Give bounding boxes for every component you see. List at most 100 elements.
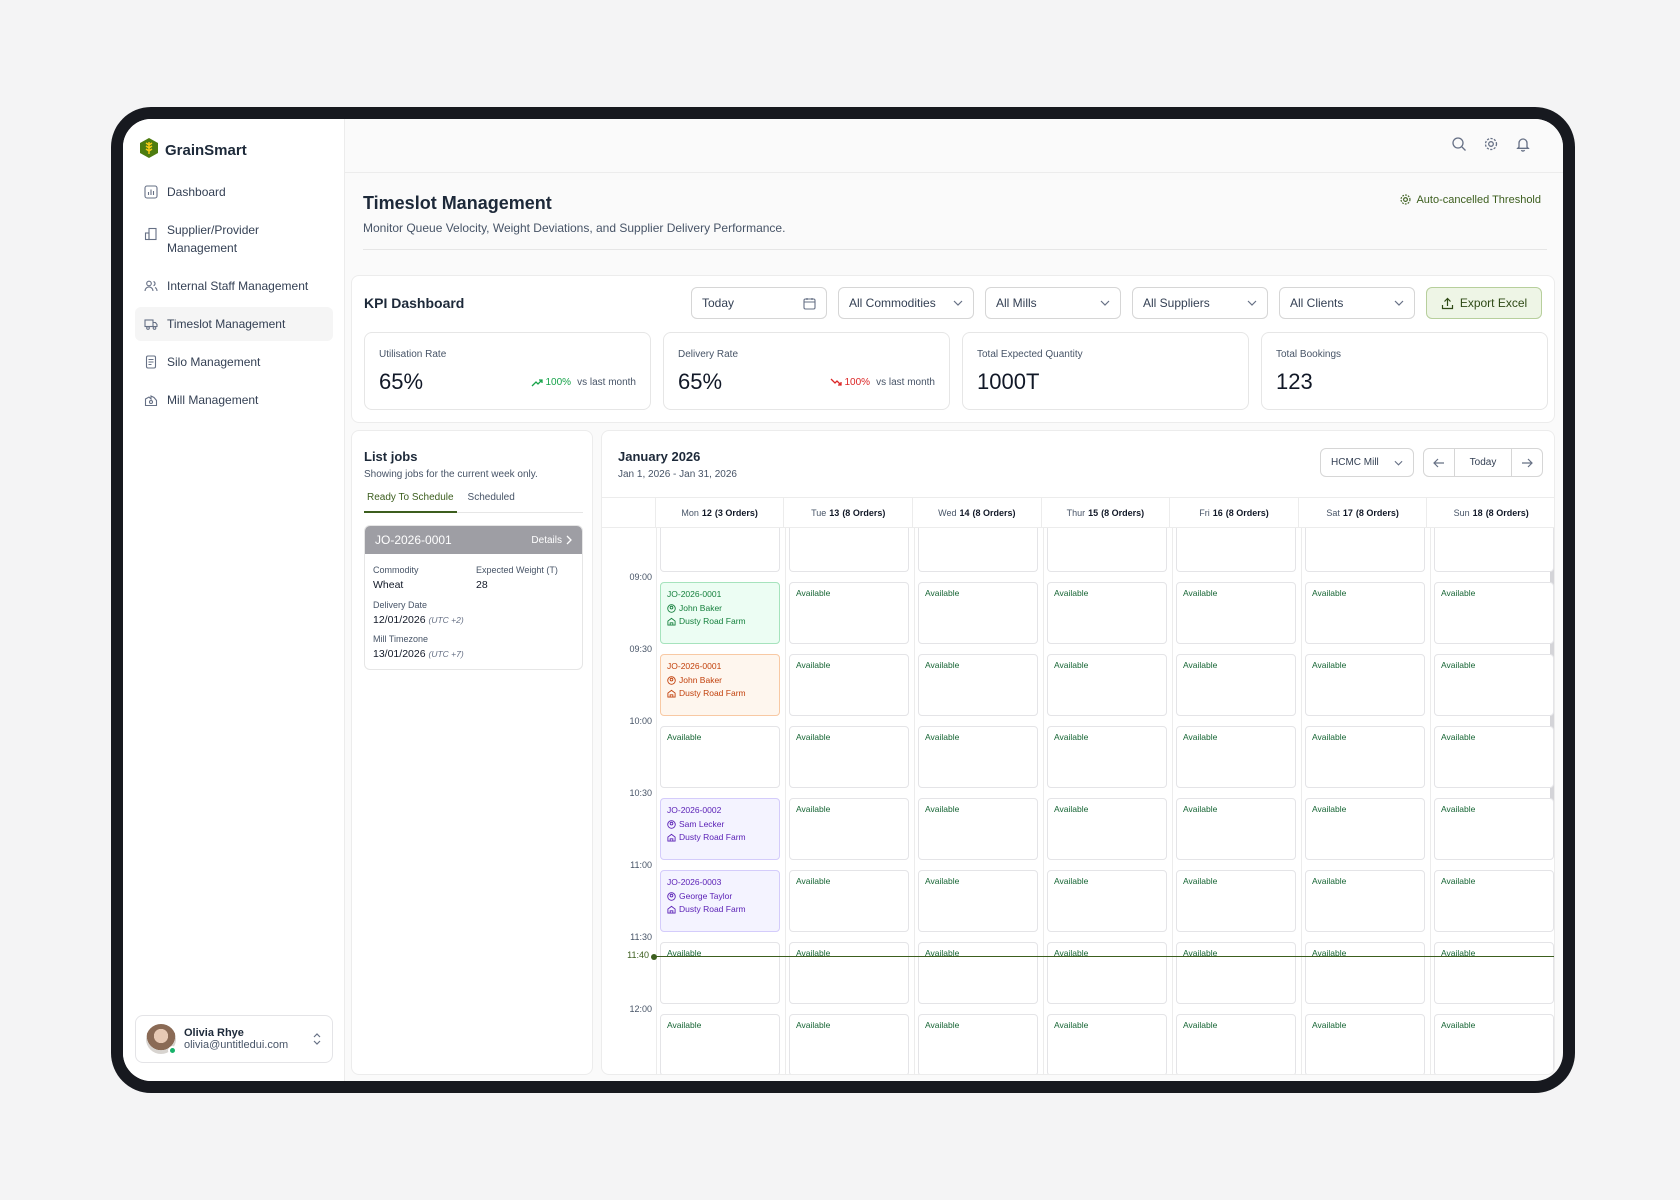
timeslot-cell[interactable] [1305,528,1425,572]
gear-icon[interactable] [1483,136,1499,152]
booking-event[interactable]: JO-2026-0002 Sam Lecker Dusty Road Farm [660,798,780,860]
clients-filter[interactable]: All Clients [1279,287,1415,319]
timeslot-cell[interactable]: Available [1305,798,1425,860]
sidebar-item-silo[interactable]: Silo Management [135,345,333,379]
timeslot-cell[interactable]: Available [1176,1014,1296,1074]
timeslot-cell[interactable]: Available [918,726,1038,788]
timeslot-cell[interactable]: Available [918,798,1038,860]
available-label: Available [1312,876,1347,886]
sidebar-item-staff[interactable]: Internal Staff Management [135,269,333,303]
mill-select[interactable]: HCMC Mill [1320,448,1414,477]
timeslot-cell[interactable]: Available [789,582,909,644]
timeslot-cell[interactable]: Available [1176,870,1296,932]
timeslot-cell[interactable]: Available [789,726,909,788]
timeslot-cell[interactable]: Available [1047,1014,1167,1074]
timeslot-cell[interactable]: Available [789,1014,909,1074]
time-label: 09:30 [629,644,652,654]
timeslot-cell[interactable]: Available [918,582,1038,644]
timeslot-cell[interactable] [660,528,780,572]
timeslot-cell[interactable]: Available [1305,942,1425,1004]
sidebar-item-dashboard[interactable]: Dashboard [135,175,333,209]
timeslot-cell[interactable]: Available [1176,582,1296,644]
grid-column-line [1430,528,1431,1074]
timeslot-cell[interactable]: Available [660,726,780,788]
search-icon[interactable] [1451,136,1467,152]
page-subtitle: Monitor Queue Velocity, Weight Deviation… [363,221,786,235]
today-button[interactable]: Today [1454,449,1512,476]
timeslot-cell[interactable]: Available [789,654,909,716]
timeslot-cell[interactable] [789,528,909,572]
timeslot-cell[interactable]: Available [1434,870,1554,932]
day-orders: (8 Orders) [972,507,1016,518]
timeslot-cell[interactable]: Available [1305,582,1425,644]
timeslot-cell[interactable]: Available [1434,654,1554,716]
commodities-filter[interactable]: All Commodities [838,287,974,319]
booking-event[interactable]: JO-2026-0003 George Taylor Dusty Road Farm [660,870,780,932]
logo[interactable]: GrainSmart [139,137,247,164]
timeslot-cell[interactable]: Available [1176,726,1296,788]
timeslot-cell[interactable]: Available [1434,942,1554,1004]
timeslot-cell[interactable] [1434,528,1554,572]
stat-total-bookings: Total Bookings 123 [1261,332,1548,410]
day-name: Sun [1453,507,1470,518]
timeslot-cell[interactable] [918,528,1038,572]
date-filter[interactable]: Today [691,287,827,319]
bell-icon[interactable] [1515,136,1531,152]
timeslot-cell[interactable] [1176,528,1296,572]
timeslot-cell[interactable]: Available [1047,726,1167,788]
timeslot-cell[interactable]: Available [789,798,909,860]
timeslot-cell[interactable]: Available [1305,1014,1425,1074]
timeslot-cell[interactable]: Available [1434,726,1554,788]
clients-filter-value: All Clients [1290,296,1344,310]
timeslot-cell[interactable]: Available [1305,870,1425,932]
available-label: Available [1312,660,1347,670]
user-circle-icon [667,604,676,613]
page-title: Timeslot Management [363,193,552,213]
sidebar-item-supplier[interactable]: Supplier/Provider Management [135,213,333,265]
suppliers-filter[interactable]: All Suppliers [1132,287,1268,319]
booking-event[interactable]: JO-2026-0001 John Baker Dusty Road Farm [660,582,780,644]
timeslot-cell[interactable]: Available [1176,654,1296,716]
export-excel-button[interactable]: Export Excel [1426,287,1542,319]
timeslot-cell[interactable]: Available [1047,870,1167,932]
mills-filter[interactable]: All Mills [985,287,1121,319]
timeslot-cell[interactable]: Available [918,942,1038,1004]
grid-column-line [1172,528,1173,1074]
timeslot-cell[interactable]: Available [1305,654,1425,716]
sidebar-item-mill[interactable]: Mill Management [135,383,333,417]
stat-utilisation-rate: Utilisation Rate 65% 100% vs last month [364,332,651,410]
tab-scheduled[interactable]: Scheduled [465,491,518,513]
timeslot-cell[interactable]: Available [660,1014,780,1074]
timeslot-cell[interactable]: Available [1047,798,1167,860]
timeslot-cell[interactable]: Available [1047,582,1167,644]
timeslot-cell[interactable]: Available [918,654,1038,716]
chart-icon [144,185,158,199]
timeslot-cell[interactable]: Available [1305,726,1425,788]
timeslot-cell[interactable]: Available [1176,942,1296,1004]
timeslot-cell[interactable]: Available [1176,798,1296,860]
timeslot-cell[interactable]: Available [789,942,909,1004]
details-link[interactable]: Details [531,535,572,546]
user-card[interactable]: Olivia Rhye olivia@untitledui.com [135,1015,333,1063]
timeslot-cell[interactable]: Available [1047,942,1167,1004]
job-card[interactable]: JO-2026-0001 Details Commodity Wheat Exp… [364,525,583,670]
timeslot-cell[interactable]: Available [1047,654,1167,716]
grain-logo-icon [139,137,159,164]
prev-week-button[interactable] [1424,449,1454,476]
timeslot-cell[interactable]: Available [1434,798,1554,860]
timeslot-cell[interactable]: Available [660,942,780,1004]
timeslot-cell[interactable]: Available [1434,582,1554,644]
timeslot-cell[interactable]: Available [789,870,909,932]
tab-ready-to-schedule[interactable]: Ready To Schedule [364,491,457,513]
timeslot-cell[interactable]: Available [1434,1014,1554,1074]
building-icon [144,227,157,241]
timeslot-cell[interactable]: Available [918,1014,1038,1074]
chevron-up-down-icon[interactable] [312,1032,322,1046]
timeslot-cell[interactable]: Available [918,870,1038,932]
timeslot-cell[interactable] [1047,528,1167,572]
booking-event[interactable]: JO-2026-0001 John Baker Dusty Road Farm [660,654,780,716]
next-week-button[interactable] [1512,449,1542,476]
auto-cancelled-threshold-link[interactable]: Auto-cancelled Threshold [1399,193,1541,206]
sidebar-item-timeslot[interactable]: Timeslot Management [135,307,333,341]
chevron-down-icon [1394,460,1403,466]
